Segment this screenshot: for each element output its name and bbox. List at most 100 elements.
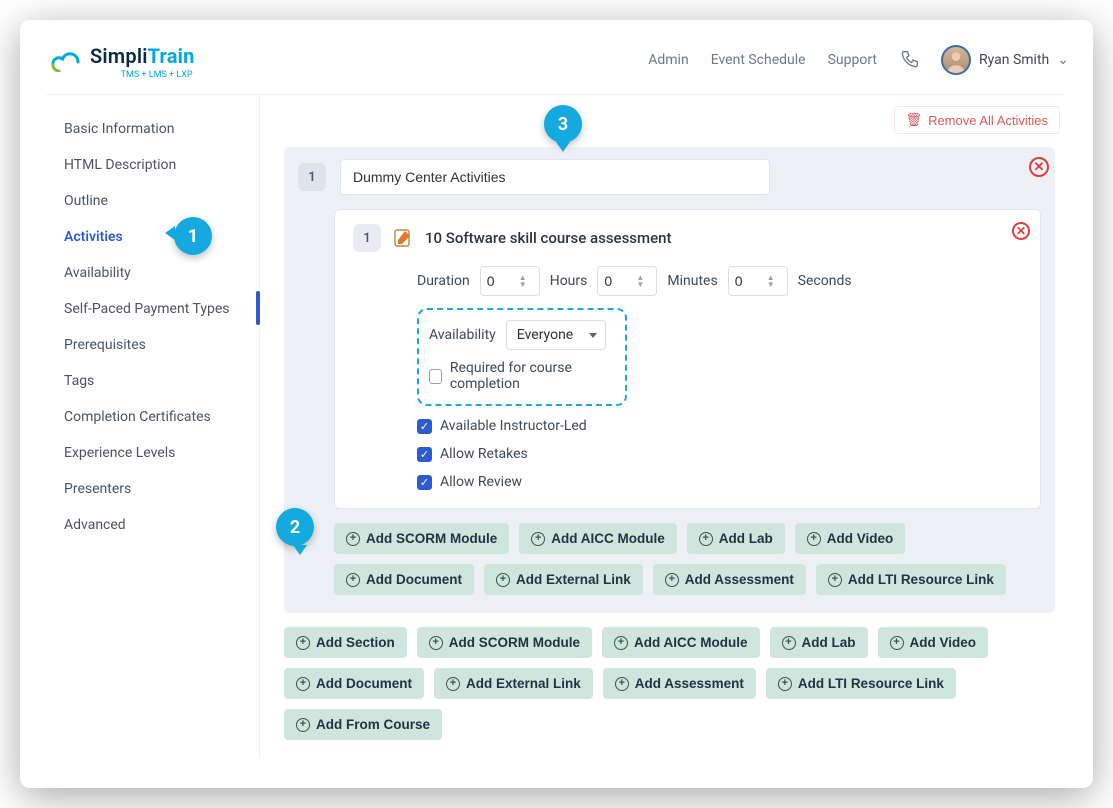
add-add-lab-button[interactable]: + Add Lab	[687, 523, 785, 554]
sidebar-item-tags[interactable]: Tags	[44, 363, 259, 399]
delete-activity-button[interactable]: ✕	[1012, 222, 1030, 240]
logo[interactable]: SimpliTrain TMS + LMS + LXP	[44, 40, 195, 80]
section-block: 1 ✕ 1 10 Software skill course assessmen…	[284, 147, 1055, 613]
checkbox[interactable]: ✓	[417, 419, 432, 434]
sidebar-item-presenters[interactable]: Presenters	[44, 471, 259, 507]
add-add-lti-resource-link-button[interactable]: + Add LTI Resource Link	[816, 564, 1006, 595]
sidebar-item-outline[interactable]: Outline	[44, 183, 259, 219]
add-add-aicc-module-button[interactable]: + Add AICC Module	[519, 523, 676, 554]
plus-icon: +	[446, 677, 460, 691]
plus-icon: +	[828, 573, 842, 587]
add-add-assessment-button[interactable]: +Add Assessment	[603, 668, 756, 699]
plus-icon: +	[890, 636, 904, 650]
main-panel: 🗑 Remove All Activities 1 ✕ 1	[260, 95, 1069, 758]
spinner-arrows-icon[interactable]: ▲▼	[767, 274, 775, 288]
nav-admin[interactable]: Admin	[648, 52, 688, 68]
highlight-box: Availability Everyone Required for cours…	[417, 308, 627, 406]
check-instructor-led[interactable]: ✓ Available Instructor-Led	[417, 418, 1022, 434]
logo-subtitle: TMS + LMS + LXP	[44, 70, 195, 80]
plus-icon: +	[778, 677, 792, 691]
sidebar-item-completion-certificates[interactable]: Completion Certificates	[44, 399, 259, 435]
check-label: Allow Retakes	[440, 446, 528, 462]
topbar: SimpliTrain TMS + LMS + LXP Admin Event …	[44, 40, 1069, 94]
plus-icon: +	[531, 532, 545, 546]
add-add-scorm-module-button[interactable]: + Add SCORM Module	[334, 523, 509, 554]
nav-support[interactable]: Support	[828, 52, 877, 68]
checkbox[interactable]	[429, 369, 442, 384]
user-name: Ryan Smith	[979, 52, 1049, 68]
availability-label: Availability	[429, 327, 496, 343]
add-add-from-course-button[interactable]: +Add From Course	[284, 709, 442, 740]
add-button-label: Add LTI Resource Link	[848, 572, 994, 587]
remove-all-activities-button[interactable]: 🗑 Remove All Activities	[893, 105, 1061, 135]
plus-icon: +	[782, 636, 796, 650]
add-add-section-button[interactable]: +Add Section	[284, 627, 407, 658]
add-add-assessment-button[interactable]: +Add Assessment	[653, 564, 806, 595]
add-add-lab-button[interactable]: + Add Lab	[770, 627, 868, 658]
section-index: 1	[298, 163, 326, 191]
add-add-external-link-button[interactable]: + Add External Link	[434, 668, 593, 699]
add-add-aicc-module-button[interactable]: +Add AICC Module	[602, 627, 759, 658]
check-allow-review[interactable]: ✓ Allow Review	[417, 474, 1022, 490]
plus-icon: +	[699, 532, 713, 546]
plus-icon: +	[296, 677, 310, 691]
duration-label: Duration	[417, 273, 470, 289]
callout-2: 2	[276, 508, 314, 546]
check-label: Available Instructor-Led	[440, 418, 587, 434]
add-add-scorm-module-button[interactable]: +Add SCORM Module	[417, 627, 592, 658]
sidebar-item-experience-levels[interactable]: Experience Levels	[44, 435, 259, 471]
section-title-input[interactable]	[340, 159, 770, 195]
delete-section-button[interactable]: ✕	[1029, 157, 1049, 177]
phone-icon[interactable]	[899, 50, 919, 70]
sidebar-item-advanced[interactable]: Advanced	[44, 507, 259, 543]
nav-schedule[interactable]: Event Schedule	[711, 52, 806, 68]
user-menu[interactable]: Ryan Smith ⌄	[941, 45, 1069, 75]
add-button-label: Add Lab	[719, 531, 773, 546]
add-button-label: Add From Course	[316, 717, 430, 732]
check-required[interactable]: Required for course completion	[429, 360, 613, 392]
sidebar-item-prerequisites[interactable]: Prerequisites	[44, 327, 259, 363]
minutes-input[interactable]: ▲▼	[597, 266, 657, 296]
plus-icon: +	[615, 677, 629, 691]
duration-row: Duration ▲▼ Hours ▲▼ Minutes	[417, 266, 1022, 296]
spinner-arrows-icon[interactable]: ▲▼	[636, 274, 644, 288]
plus-icon: +	[346, 532, 360, 546]
checkbox[interactable]: ✓	[417, 475, 432, 490]
sidebar-item-basic-information[interactable]: Basic Information	[44, 111, 259, 147]
add-button-label: Add Lab	[802, 635, 856, 650]
sidebar-item-activities[interactable]: Activities	[44, 219, 259, 255]
plus-icon: +	[496, 573, 510, 587]
seconds-label: Seconds	[798, 273, 852, 289]
spinner-arrows-icon[interactable]: ▲▼	[519, 274, 527, 288]
add-button-label: Add Document	[366, 572, 462, 587]
availability-select[interactable]: Everyone	[506, 320, 606, 350]
plus-icon: +	[807, 532, 821, 546]
add-add-document-button[interactable]: + Add Document	[334, 564, 474, 595]
seconds-field[interactable]	[735, 273, 761, 289]
add-button-label: Add SCORM Module	[366, 531, 497, 546]
nav-right: Admin Event Schedule Support Ryan Smith …	[648, 45, 1069, 75]
minutes-field[interactable]	[604, 273, 630, 289]
body: Basic InformationHTML DescriptionOutline…	[44, 94, 1069, 758]
sidebar-item-html-description[interactable]: HTML Description	[44, 147, 259, 183]
inner-add-buttons: + Add SCORM Module + Add AICC Module + Add La…	[334, 523, 1041, 595]
add-button-label: Add AICC Module	[551, 531, 664, 546]
chevron-down-icon: ⌄	[1057, 52, 1069, 68]
sidebar-item-self-paced-payment-types[interactable]: Self-Paced Payment Types	[44, 291, 259, 327]
check-allow-retakes[interactable]: ✓ Allow Retakes	[417, 446, 1022, 462]
sidebar-item-availability[interactable]: Availability	[44, 255, 259, 291]
add-add-lti-resource-link-button[interactable]: +Add LTI Resource Link	[766, 668, 956, 699]
add-add-video-button[interactable]: +Add Video	[878, 627, 989, 658]
add-add-video-button[interactable]: +Add Video	[795, 523, 906, 554]
seconds-input[interactable]: ▲▼	[728, 266, 788, 296]
hours-field[interactable]	[487, 273, 513, 289]
add-button-label: Add External Link	[466, 676, 581, 691]
avatar	[941, 45, 971, 75]
plus-icon: +	[346, 573, 360, 587]
add-add-document-button[interactable]: +Add Document	[284, 668, 424, 699]
add-button-label: Add AICC Module	[634, 635, 747, 650]
add-add-external-link-button[interactable]: +Add External Link	[484, 564, 643, 595]
outer-add-buttons: +Add Section+Add SCORM Module+Add AICC M…	[284, 627, 1055, 740]
checkbox[interactable]: ✓	[417, 447, 432, 462]
hours-input[interactable]: ▲▼	[480, 266, 540, 296]
